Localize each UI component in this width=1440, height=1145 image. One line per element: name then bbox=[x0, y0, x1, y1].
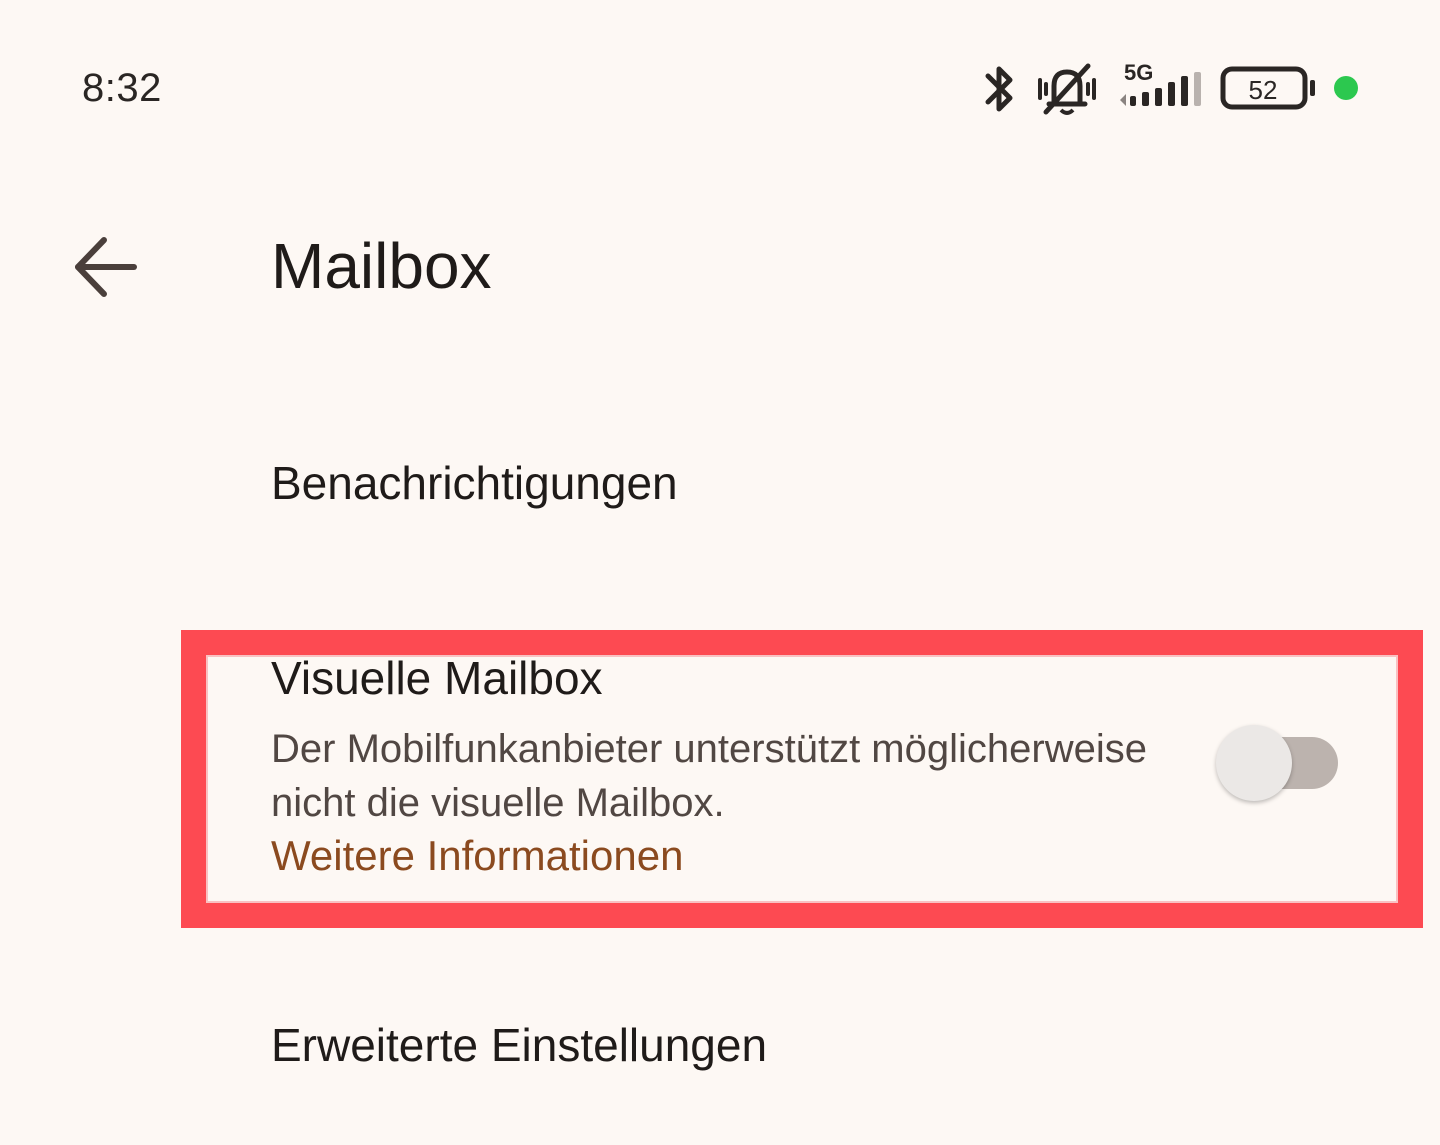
arrow-back-icon bbox=[75, 237, 137, 297]
vibrate-mute-icon bbox=[1038, 63, 1096, 115]
signal-icon bbox=[1120, 72, 1201, 106]
visual-mailbox-setting[interactable]: Visuelle Mailbox Der Mobilfunkanbieter u… bbox=[271, 650, 1351, 890]
visual-mailbox-toggle[interactable] bbox=[1216, 724, 1342, 804]
clock: 8:32 bbox=[82, 66, 162, 110]
toggle-thumb bbox=[1216, 725, 1292, 801]
status-bar: 8:32 5G 52 bbox=[0, 0, 1440, 180]
visual-mailbox-title: Visuelle Mailbox bbox=[271, 652, 603, 704]
privacy-indicator-dot bbox=[1334, 76, 1358, 100]
more-info-link[interactable]: Weitere Informationen bbox=[271, 830, 683, 882]
advanced-settings[interactable]: Erweiterte Einstellungen bbox=[271, 1018, 767, 1072]
page-title: Mailbox bbox=[271, 230, 492, 302]
battery-level: 52 bbox=[1248, 75, 1278, 105]
visual-mailbox-description: Der Mobilfunkanbieter unterstützt möglic… bbox=[271, 727, 1147, 825]
notifications-setting[interactable]: Benachrichtigungen bbox=[271, 456, 678, 510]
bluetooth-icon bbox=[985, 66, 1013, 112]
back-button[interactable] bbox=[64, 226, 146, 308]
